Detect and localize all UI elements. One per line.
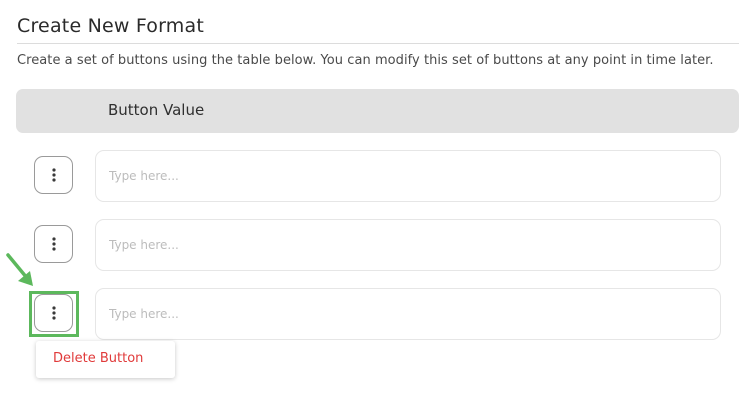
button-value-input[interactable] bbox=[95, 219, 721, 271]
title-divider bbox=[17, 43, 739, 44]
table-header: Button Value bbox=[16, 89, 739, 133]
row-options-button[interactable] bbox=[34, 225, 73, 263]
column-header-button-value: Button Value bbox=[108, 101, 205, 119]
create-format-page: Create New Format Create a set of button… bbox=[0, 0, 754, 395]
delete-button-menu-item[interactable]: Delete Button bbox=[53, 351, 143, 366]
button-value-input[interactable] bbox=[95, 288, 721, 340]
row-options-button[interactable] bbox=[34, 294, 73, 332]
button-value-input[interactable] bbox=[95, 150, 721, 202]
kebab-menu-icon bbox=[51, 306, 56, 320]
kebab-menu-icon bbox=[51, 237, 56, 251]
table-row bbox=[0, 288, 754, 342]
page-title: Create New Format bbox=[17, 15, 205, 37]
row-options-button[interactable] bbox=[34, 156, 73, 194]
table-row bbox=[0, 150, 754, 204]
kebab-menu-icon bbox=[51, 168, 56, 182]
row-options-menu: Delete Button bbox=[36, 341, 175, 378]
page-description: Create a set of buttons using the table … bbox=[17, 53, 714, 68]
table-row bbox=[0, 219, 754, 273]
